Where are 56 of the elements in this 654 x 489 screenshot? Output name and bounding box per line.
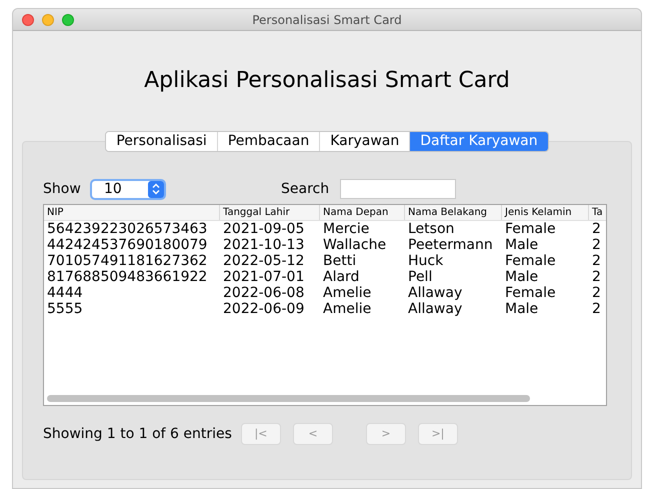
table-cell-text: Male (504, 269, 540, 285)
table-cell-text: 2 (591, 253, 602, 269)
table-cell-text: Male (504, 237, 540, 253)
table-cell-text: Female (504, 221, 557, 237)
table-cell-text: 2022-05-12 (222, 253, 306, 269)
window-title: Personalisasi Smart Card (252, 12, 402, 28)
column-header[interactable]: Jenis Kelamin (502, 205, 589, 220)
entries-status: Showing 1 to 1 of 6 entries (43, 424, 232, 444)
table-cell-text: Mercie (322, 221, 370, 237)
table-cell-text: 817688509483661922 (46, 269, 208, 285)
table-cell-text: Allaway (407, 301, 464, 317)
column-header[interactable]: Tanggal Lahir (220, 205, 320, 220)
column-header[interactable]: NIP (44, 205, 220, 220)
column-header[interactable]: Nama Depan (320, 205, 405, 220)
table-cell-text: 2021-09-05 (222, 221, 306, 237)
table-cell-text: 564239223026573463 (46, 221, 208, 237)
table-cell-text: 2021-10-13 (222, 237, 306, 253)
table-cell-text: 2 (591, 237, 602, 253)
table-cell-text: 2 (591, 285, 602, 301)
table-cell-text: Alard (322, 269, 360, 285)
table-cell-text: Betti (322, 253, 358, 269)
tab[interactable]: Daftar Karyawan (410, 132, 548, 151)
table-cell-text: 2 (591, 221, 602, 237)
table-cell-text: 701057491181627362 (46, 253, 208, 269)
table-cell-text: Male (504, 301, 540, 317)
table-cell-text: 4444 (46, 285, 84, 301)
table-cell-text: 442424537690180079 (46, 237, 208, 253)
table-cell-text: Female (504, 253, 557, 269)
table-cell-text: 5555 (46, 301, 84, 317)
app-heading: Aplikasi Personalisasi Smart Card (144, 67, 510, 95)
minimize-button[interactable] (42, 14, 54, 26)
table-cell-text: Amelie (322, 301, 372, 317)
stepper-icon (148, 180, 164, 198)
table-cell-text: 2022-06-08 (222, 285, 306, 301)
zoom-button[interactable] (62, 14, 74, 26)
table-cell-text: Wallache (322, 237, 388, 253)
page-size-select[interactable]: 10 (90, 178, 166, 200)
table-cell-text: 2021-07-01 (222, 269, 306, 285)
show-label: Show (43, 180, 82, 198)
column-header[interactable]: Nama Belakang (405, 205, 502, 220)
table-cell-text: 2 (591, 301, 602, 317)
table-cell-text: Letson (407, 221, 456, 237)
search-field[interactable] (340, 179, 456, 199)
horizontal-scrollbar[interactable] (47, 395, 530, 402)
close-button[interactable] (22, 14, 34, 26)
table-cell-text: Amelie (322, 285, 372, 301)
table-cell-text: Pell (407, 269, 434, 285)
tab[interactable]: Personalisasi (106, 132, 218, 151)
table-cell-text: Huck (407, 253, 444, 269)
table-cell-text: 2022-06-09 (222, 301, 306, 317)
table-cell-text: Peetermann (407, 237, 494, 253)
column-header[interactable]: Ta (589, 205, 606, 220)
search-label: Search (281, 180, 330, 198)
table-cell-text: Allaway (407, 285, 464, 301)
table-cell-text: 2 (591, 269, 602, 285)
table-cell-text: Female (504, 285, 557, 301)
